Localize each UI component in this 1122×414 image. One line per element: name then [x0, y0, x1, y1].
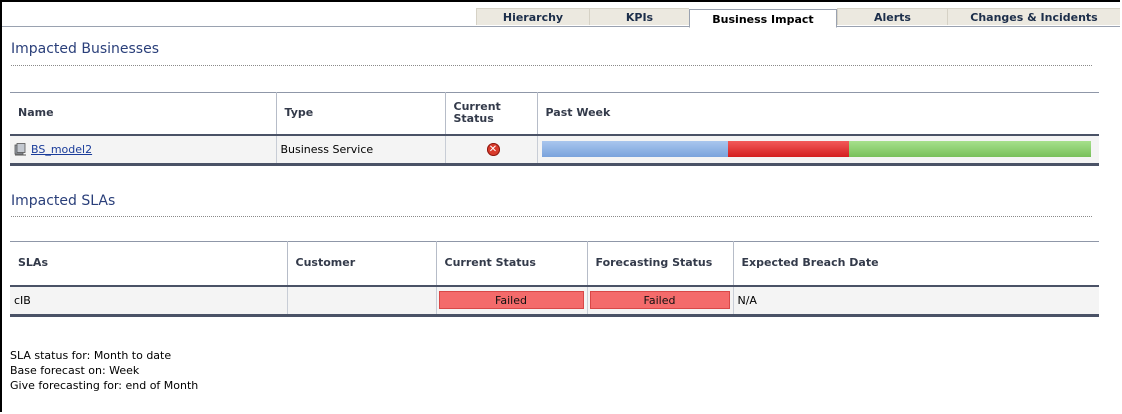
past-week-segment-red: [728, 141, 850, 158]
sla-customer-cell: [287, 285, 437, 316]
status-badge: Failed: [438, 291, 584, 310]
base-forecast-text: Base forecast on: Week: [10, 364, 140, 377]
past-week-cell: [537, 134, 1099, 165]
section-divider: [11, 65, 1092, 66]
tab-alerts[interactable]: Alerts: [837, 8, 947, 25]
table-row: BS_model2 Business Service ✕: [10, 134, 1099, 165]
column-header-past-week[interactable]: Past Week: [537, 92, 1099, 136]
tab-changes-incidents[interactable]: Changes & Incidents: [947, 8, 1120, 25]
sla-expected-breach-date-cell: N/A: [733, 285, 1099, 316]
tab-bar: Hierarchy KPIs Business Impact Alerts Ch…: [2, 8, 1120, 28]
table-header-row: SLAs Customer Current Status Forecasting…: [10, 241, 1099, 287]
column-header-current-status[interactable]: Current Status: [445, 92, 538, 136]
failed-x-icon[interactable]: ✕: [486, 143, 500, 157]
tab-business-impact[interactable]: Business Impact: [689, 9, 837, 28]
section-divider: [11, 216, 1092, 217]
column-header-slas[interactable]: SLAs: [10, 241, 288, 287]
status-badge: Failed: [589, 291, 730, 310]
past-week-bar[interactable]: [541, 141, 1092, 158]
column-header-customer[interactable]: Customer: [287, 241, 437, 287]
column-header-type[interactable]: Type: [276, 92, 446, 136]
tab-hierarchy[interactable]: Hierarchy: [476, 8, 589, 25]
column-header-name[interactable]: Name: [10, 92, 277, 136]
forecasting-period-text: Give forecasting for: end of Month: [10, 379, 199, 392]
column-header-current-status[interactable]: Current Status: [436, 241, 588, 287]
tab-kpis[interactable]: KPIs: [589, 8, 689, 25]
column-header-expected-breach-date[interactable]: Expected Breach Date: [733, 241, 1099, 287]
business-type-cell: Business Service: [276, 134, 446, 165]
sla-status-period-text: SLA status for: Month to date: [10, 349, 172, 362]
business-current-status-cell: ✕: [445, 134, 538, 165]
business-service-icon: [14, 143, 27, 156]
past-week-segment-green: [849, 141, 1091, 158]
business-name-cell: BS_model2: [10, 134, 277, 165]
business-name-link[interactable]: BS_model2: [31, 143, 92, 156]
past-week-segment-blue: [541, 141, 729, 158]
impacted-slas-table: SLAs Customer Current Status Forecasting…: [10, 241, 1099, 317]
impacted-businesses-table: Name Type Current Status Past Week BS_mo…: [10, 92, 1099, 166]
sla-forecasting-status-cell: Failed: [587, 285, 734, 316]
sla-current-status-cell: Failed: [436, 285, 588, 316]
table-row: cIB Failed Failed N/A: [10, 285, 1099, 316]
column-header-forecasting-status[interactable]: Forecasting Status: [587, 241, 734, 287]
sla-name-cell: cIB: [10, 285, 288, 316]
impacted-slas-title: Impacted SLAs: [11, 193, 116, 209]
impacted-businesses-title: Impacted Businesses: [11, 41, 160, 57]
table-header-row: Name Type Current Status Past Week: [10, 92, 1099, 136]
